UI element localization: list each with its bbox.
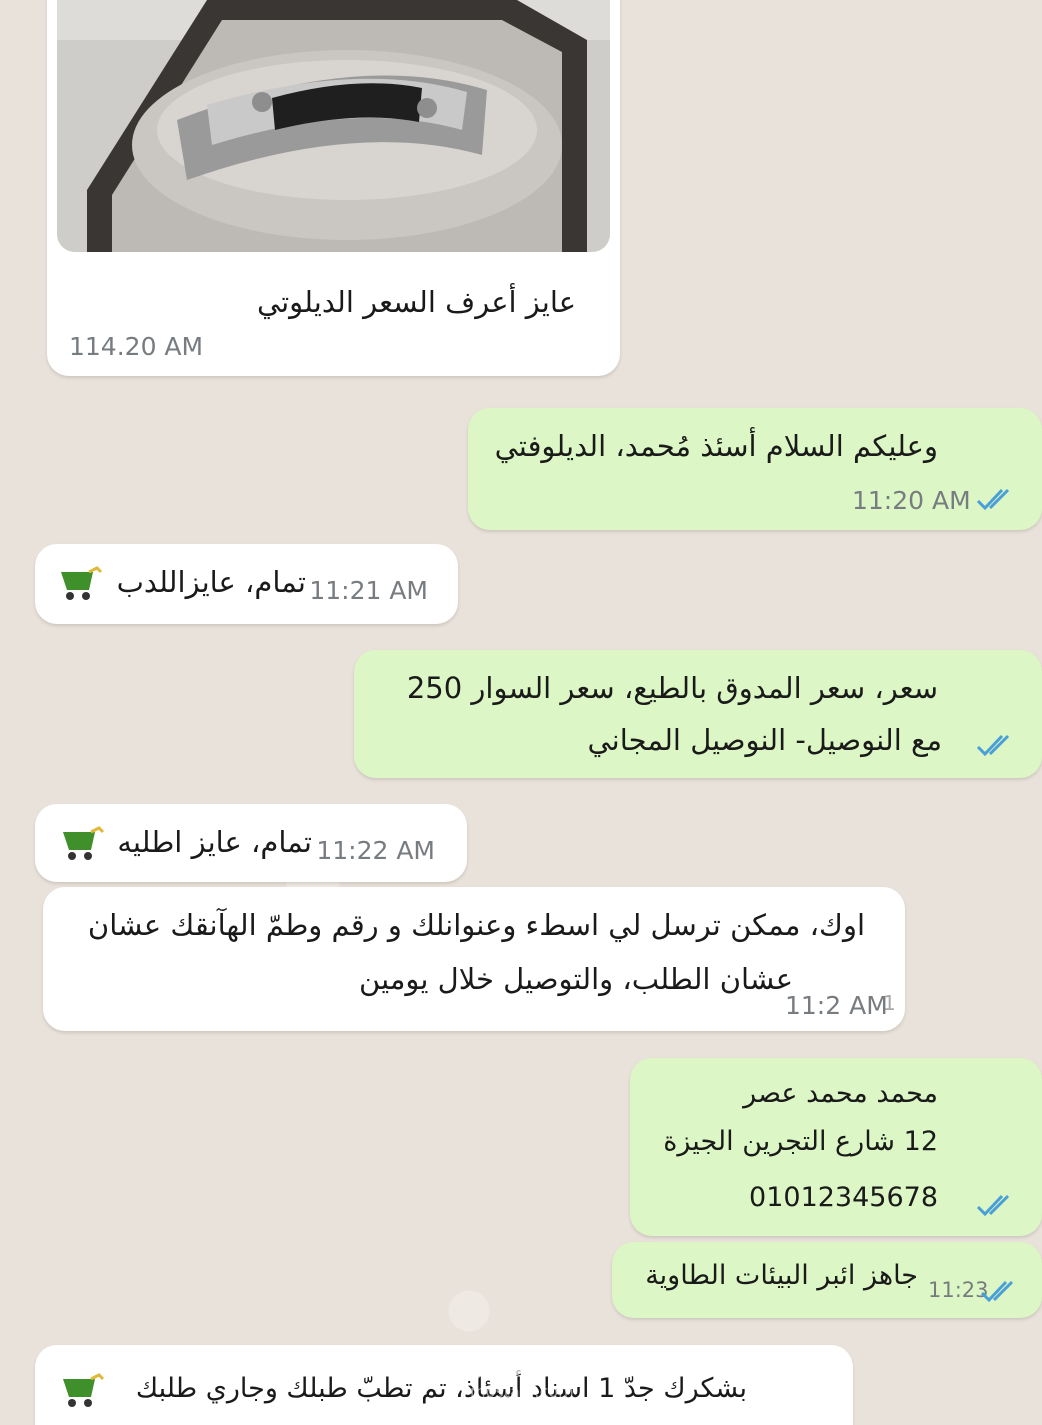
message-text: عشان الطلب، والتوصيل خلال يومين — [359, 962, 793, 996]
double-check-icon — [976, 488, 1010, 510]
message-text: 12 شارع التجرين الجيزة — [663, 1126, 938, 1157]
cart-icon — [61, 566, 103, 600]
bracelet-photo[interactable] — [57, 0, 610, 252]
message-text: تمام، عايز اطليه — [117, 825, 312, 859]
message-bubble-incoming[interactable]: اوك، ممكن ترسل لي اسطء وعنوانلك و رقم وط… — [43, 887, 905, 1031]
message-bubble-incoming[interactable]: عايز أعرف السعر الديلوتي 114.20 AM — [47, 0, 620, 376]
message-text: سعر، سعر المدوق بالطيع، سعر السوار 250 — [406, 671, 938, 705]
message-bubble-outgoing[interactable]: سعر، سعر المدوق بالطيع، سعر السوار 250 م… — [354, 650, 1042, 778]
double-check-icon — [976, 1194, 1010, 1216]
cart-icon — [63, 826, 105, 860]
message-bubble-outgoing[interactable]: جاهز ائبر البيئات الطاوية 11:23 — [612, 1242, 1042, 1318]
message-bubble-incoming[interactable]: تمام، عايز اطليه 11:22 AM — [35, 804, 467, 882]
message-text: 01012345678 — [749, 1182, 938, 1213]
message-bubble-outgoing[interactable]: وعليكم السلام أسئذ مُحمد، الديلوفتي 11:2… — [468, 408, 1042, 530]
message-bubble-outgoing[interactable]: محمد محمد عصر 12 شارع التجرين الجيزة 010… — [630, 1058, 1042, 1236]
double-check-icon — [976, 734, 1010, 756]
message-text: تمام، عايزاللدب — [116, 565, 306, 599]
message-time: 11:22 AM — [316, 836, 435, 865]
message-text: مع النوصيل- النوصيل المجاني — [587, 723, 942, 757]
message-text: عايز أعرف السعر الديلوتي — [256, 285, 576, 319]
message-time: 11:21 AM — [309, 576, 428, 605]
message-time: 11:2 AM — [785, 991, 888, 1020]
double-check-icon — [980, 1280, 1014, 1302]
message-bubble-incoming[interactable]: بشكرك جدّ 1 اسناد أسئاذ، تم تطبّ طبلك وج… — [35, 1345, 853, 1425]
message-text: محمد محمد عصر — [743, 1078, 938, 1109]
message-bubble-incoming[interactable]: تمام، عايزاللدب 11:21 AM — [35, 544, 458, 624]
message-time-suffix: 1 — [883, 991, 896, 1015]
message-text: بشكرك جدّ 1 اسناد أسئاذ، تم تطبّ طبلك وج… — [135, 1373, 747, 1404]
message-time: 11:20 AM — [852, 486, 971, 515]
message-text: اوك، ممكن ترسل لي اسطء وعنوانلك و رقم وط… — [87, 908, 865, 942]
bracelet-image — [57, 0, 610, 252]
watermark-url: mostaql.com — [470, 1382, 574, 1401]
message-text: وعليكم السلام أسئذ مُحمد، الديلوفتي — [494, 429, 938, 463]
cart-icon — [63, 1373, 105, 1407]
message-text: جاهز ائبر البيئات الطاوية — [645, 1260, 918, 1291]
message-time: 114.20 AM — [69, 332, 204, 361]
watermark-logo: مستقل — [455, 1343, 587, 1384]
